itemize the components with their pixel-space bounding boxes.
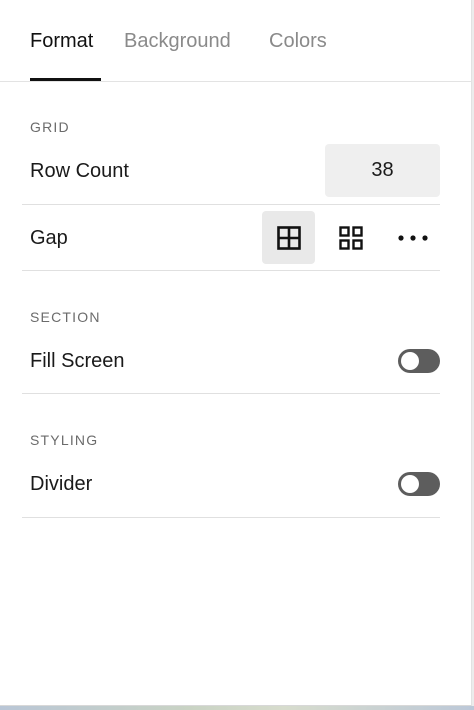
fill-screen-toggle[interactable] <box>398 349 440 373</box>
divider <box>22 270 440 271</box>
gap-label: Gap <box>30 227 68 249</box>
toggle-knob <box>401 352 419 370</box>
more-options-icon <box>397 234 428 241</box>
gap-spaced-button[interactable] <box>324 211 377 264</box>
section-section-label: SECTION <box>30 309 101 325</box>
row-count-label: Row Count <box>30 160 129 182</box>
tab-format[interactable]: Format <box>30 29 93 53</box>
divider <box>22 517 440 518</box>
grid-gap-icon <box>338 225 363 250</box>
row-count-input[interactable]: 38 <box>325 144 440 197</box>
divider-label: Divider <box>30 473 93 495</box>
styling-section-label: STYLING <box>30 432 99 448</box>
tab-background[interactable]: Background <box>124 29 231 53</box>
background-canvas-edge <box>0 706 474 710</box>
format-panel: Format Background Colors GRID Row Count … <box>0 0 472 706</box>
divider <box>22 204 440 205</box>
grid-no-gap-icon <box>276 225 301 250</box>
grid-section-label: GRID <box>30 119 70 135</box>
gap-none-button[interactable] <box>262 211 315 264</box>
fill-screen-label: Fill Screen <box>30 350 125 372</box>
tab-bar: Format Background Colors <box>0 0 472 82</box>
active-tab-indicator <box>30 78 101 81</box>
tab-colors[interactable]: Colors <box>269 29 327 53</box>
divider-toggle[interactable] <box>398 472 440 496</box>
gap-more-button[interactable] <box>386 211 439 264</box>
divider <box>22 393 440 394</box>
toggle-knob <box>401 475 419 493</box>
